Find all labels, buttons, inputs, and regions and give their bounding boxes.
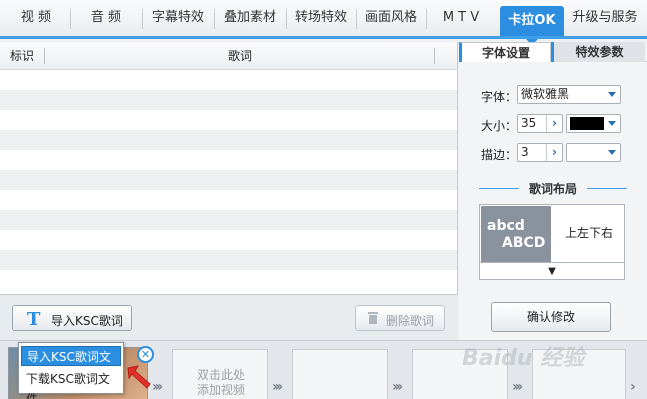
- lyric-layout-heading: 歌词布局: [479, 180, 627, 196]
- table-row[interactable]: [0, 250, 457, 270]
- table-row[interactable]: [0, 130, 457, 150]
- chevron-right-icon[interactable]: ›: [546, 144, 562, 161]
- lyrics-table: 标识 歌词: [0, 42, 458, 294]
- tab-karaoke[interactable]: 卡拉OK: [500, 6, 564, 45]
- watermark: Baidu 经验: [462, 346, 585, 371]
- add-video-hint-line1: 双击此处: [196, 368, 245, 382]
- layout-preview-line2: ABCD: [502, 235, 546, 251]
- tab-separator: [142, 9, 143, 29]
- size-value: 35: [521, 116, 537, 130]
- table-row[interactable]: [0, 270, 457, 290]
- column-divider[interactable]: [434, 48, 435, 64]
- lyric-layout-selector[interactable]: abcd ABCD 上左下右 ▼: [479, 204, 625, 280]
- double-chevron-right-icon: ›››: [272, 379, 283, 395]
- outline-spinner[interactable]: 3 ›: [517, 143, 563, 162]
- text-t-icon: T: [27, 309, 41, 330]
- close-icon[interactable]: ✕: [137, 346, 154, 363]
- color-swatch: [570, 117, 604, 130]
- table-row[interactable]: [0, 190, 457, 210]
- tab-separator: [286, 9, 287, 29]
- size-label: 大小：: [481, 119, 518, 133]
- table-row[interactable]: [0, 90, 457, 110]
- lyric-layout-title: 歌词布局: [528, 182, 577, 196]
- red-arrow-icon: [127, 365, 151, 389]
- chevron-right-icon[interactable]: ›: [546, 115, 562, 132]
- tab-separator: [356, 9, 357, 29]
- font-select-value: 微软雅黑: [521, 87, 570, 101]
- double-chevron-right-icon: ›››: [512, 379, 523, 395]
- outline-value: 3: [521, 145, 529, 159]
- divider-line: [587, 188, 627, 189]
- menu-item-download-ksc-file[interactable]: 下载KSC歌词文件: [21, 369, 121, 399]
- delete-lyrics-label: 删除歌词: [386, 314, 435, 328]
- tab-video[interactable]: 视 频: [4, 0, 68, 36]
- tab-upgrade-service[interactable]: 升级与服务: [566, 0, 644, 36]
- table-row[interactable]: [0, 230, 457, 250]
- size-spinner[interactable]: 35 ›: [517, 114, 563, 133]
- triangle-down-icon: ▼: [548, 266, 556, 277]
- column-divider[interactable]: [44, 48, 45, 64]
- top-nav: 视 频 音 频 字幕特效 叠加素材 转场特效 画面风格 M T V 卡拉OK 升…: [0, 0, 647, 45]
- outline-color-picker[interactable]: [566, 143, 621, 162]
- font-color-picker[interactable]: [566, 114, 621, 133]
- column-header-id[interactable]: 标识: [10, 42, 34, 70]
- settings-tabs: 字体设置 特效参数: [459, 42, 647, 62]
- outline-label: 描边：: [481, 148, 518, 162]
- tab-overlay[interactable]: 叠加素材: [216, 0, 284, 36]
- chevron-down-icon: [608, 150, 616, 155]
- double-chevron-right-icon: ›: [630, 379, 636, 395]
- import-ksc-label: 导入KSC歌词: [51, 314, 123, 328]
- table-row[interactable]: [0, 170, 457, 190]
- table-row[interactable]: [0, 210, 457, 230]
- tab-transitions[interactable]: 转场特效: [288, 0, 354, 36]
- table-row[interactable]: [0, 70, 457, 90]
- add-video-hint-line2: 添加视频: [196, 383, 245, 397]
- tab-subtitle-effects[interactable]: 字幕特效: [144, 0, 212, 36]
- tab-audio[interactable]: 音 频: [72, 0, 140, 36]
- column-header-lyrics[interactable]: 歌词: [228, 42, 252, 70]
- lyrics-toolbar: T 导入KSC歌词 删除歌词: [0, 294, 458, 340]
- font-label: 字体：: [481, 90, 518, 104]
- chevron-down-icon: [608, 92, 616, 97]
- tab-separator: [70, 9, 71, 29]
- delete-lyrics-button[interactable]: 删除歌词: [355, 305, 445, 331]
- menu-item-import-ksc-file[interactable]: 导入KSC歌词文件: [21, 346, 121, 384]
- double-chevron-right-icon: ›››: [392, 379, 403, 395]
- table-row[interactable]: [0, 110, 457, 130]
- layout-name: 上左下右: [564, 226, 613, 240]
- tab-separator: [214, 9, 215, 29]
- lyrics-table-header: 标识 歌词: [0, 42, 457, 70]
- font-select[interactable]: 微软雅黑: [517, 85, 621, 104]
- import-ksc-button[interactable]: T 导入KSC歌词: [12, 305, 132, 331]
- tab-effect-params[interactable]: 特效参数: [551, 42, 645, 62]
- add-video-slot[interactable]: 双击此处 添加视频: [172, 349, 268, 399]
- table-row[interactable]: [0, 150, 457, 170]
- import-dropdown-menu: 导入KSC歌词文件 下载KSC歌词文件: [18, 342, 124, 399]
- divider-line: [479, 188, 519, 189]
- empty-clip-slot[interactable]: [292, 349, 388, 399]
- layout-preview: abcd ABCD: [481, 206, 551, 262]
- chevron-down-icon: [608, 121, 616, 126]
- confirm-button[interactable]: 确认修改: [491, 302, 611, 332]
- tab-mtv[interactable]: M T V: [428, 0, 494, 36]
- trash-icon: [368, 312, 378, 324]
- tab-separator: [426, 9, 427, 29]
- tab-picture-style[interactable]: 画面风格: [358, 0, 424, 36]
- layout-preview-line1: abcd: [487, 218, 525, 234]
- layout-dropdown-button[interactable]: ▼: [480, 262, 624, 279]
- tab-font-settings[interactable]: 字体设置: [459, 42, 551, 62]
